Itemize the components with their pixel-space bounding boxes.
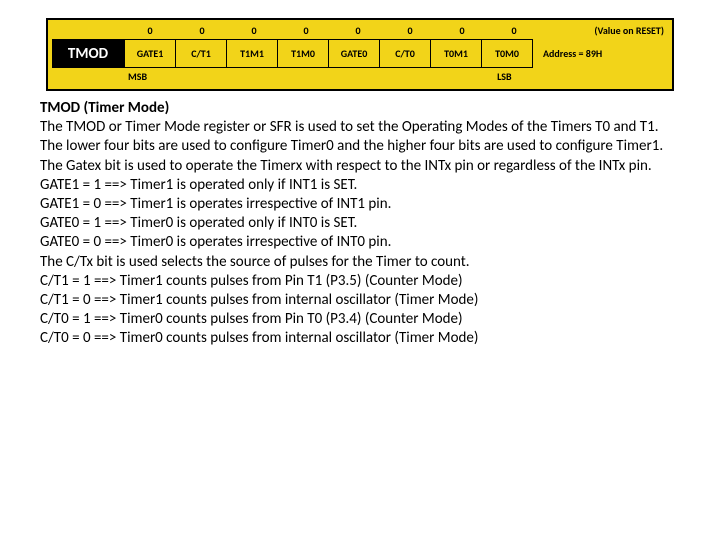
description-text: TMOD (Timer Mode) The TMOD or Timer Mode… [40,99,684,348]
line-ct1-timer: C/T1 = 0 ==> Timer1 counts pulses from i… [40,291,684,310]
paragraph-intro: The TMOD or Timer Mode register or SFR i… [40,118,684,156]
paragraph-gate: The Gatex bit is used to operate the Tim… [40,157,684,176]
reset-bit-6: 0 [176,24,228,37]
reset-value-row: 0 0 0 0 0 0 0 0 (Value on RESET) [52,24,668,37]
register-name: TMOD [52,39,124,68]
bit-t1m0: T1M0 [278,39,329,68]
reset-caption: (Value on RESET) [594,24,668,37]
reset-bit-2: 0 [384,24,436,37]
line-gate1-set: GATE1 = 1 ==> Timer1 is operated only if… [40,176,684,195]
address-label: Address = 89H [543,39,602,68]
bit-gate1: GATE1 [124,39,176,68]
line-ct0-timer: C/T0 = 0 ==> Timer0 counts pulses from i… [40,329,684,348]
bit-ct0: C/T0 [380,39,431,68]
section-title: TMOD (Timer Mode) [40,99,684,118]
msb-label: MSB [128,70,147,83]
reset-bit-1: 0 [436,24,488,37]
lsb-label: LSB [497,70,512,83]
reset-bit-7: 0 [124,24,176,37]
line-gate0-clear: GATE0 = 0 ==> Timer0 is operates irrespe… [40,233,684,252]
bit-gate0: GATE0 [329,39,380,68]
tmod-register-diagram: 0 0 0 0 0 0 0 0 (Value on RESET) TMOD GA… [46,18,674,91]
line-ct0-counter: C/T0 = 1 ==> Timer0 counts pulses from P… [40,310,684,329]
line-gate0-set: GATE0 = 1 ==> Timer0 is operated only if… [40,214,684,233]
bit-t1m1: T1M1 [227,39,278,68]
bit-t0m0: T0M0 [482,39,533,68]
reset-bit-4: 0 [280,24,332,37]
bit-ct1: C/T1 [176,39,227,68]
reset-bit-0: 0 [488,24,540,37]
paragraph-ct: The C/Tx bit is used selects the source … [40,253,684,272]
line-gate1-clear: GATE1 = 0 ==> Timer1 is operates irrespe… [40,195,684,214]
register-bit-row: TMOD GATE1 C/T1 T1M1 T1M0 GATE0 C/T0 T0M… [52,39,668,68]
msb-lsb-row: MSB LSB [52,70,668,83]
bit-t0m1: T0M1 [431,39,482,68]
reset-bit-3: 0 [332,24,384,37]
reset-bit-5: 0 [228,24,280,37]
line-ct1-counter: C/T1 = 1 ==> Timer1 counts pulses from P… [40,272,684,291]
